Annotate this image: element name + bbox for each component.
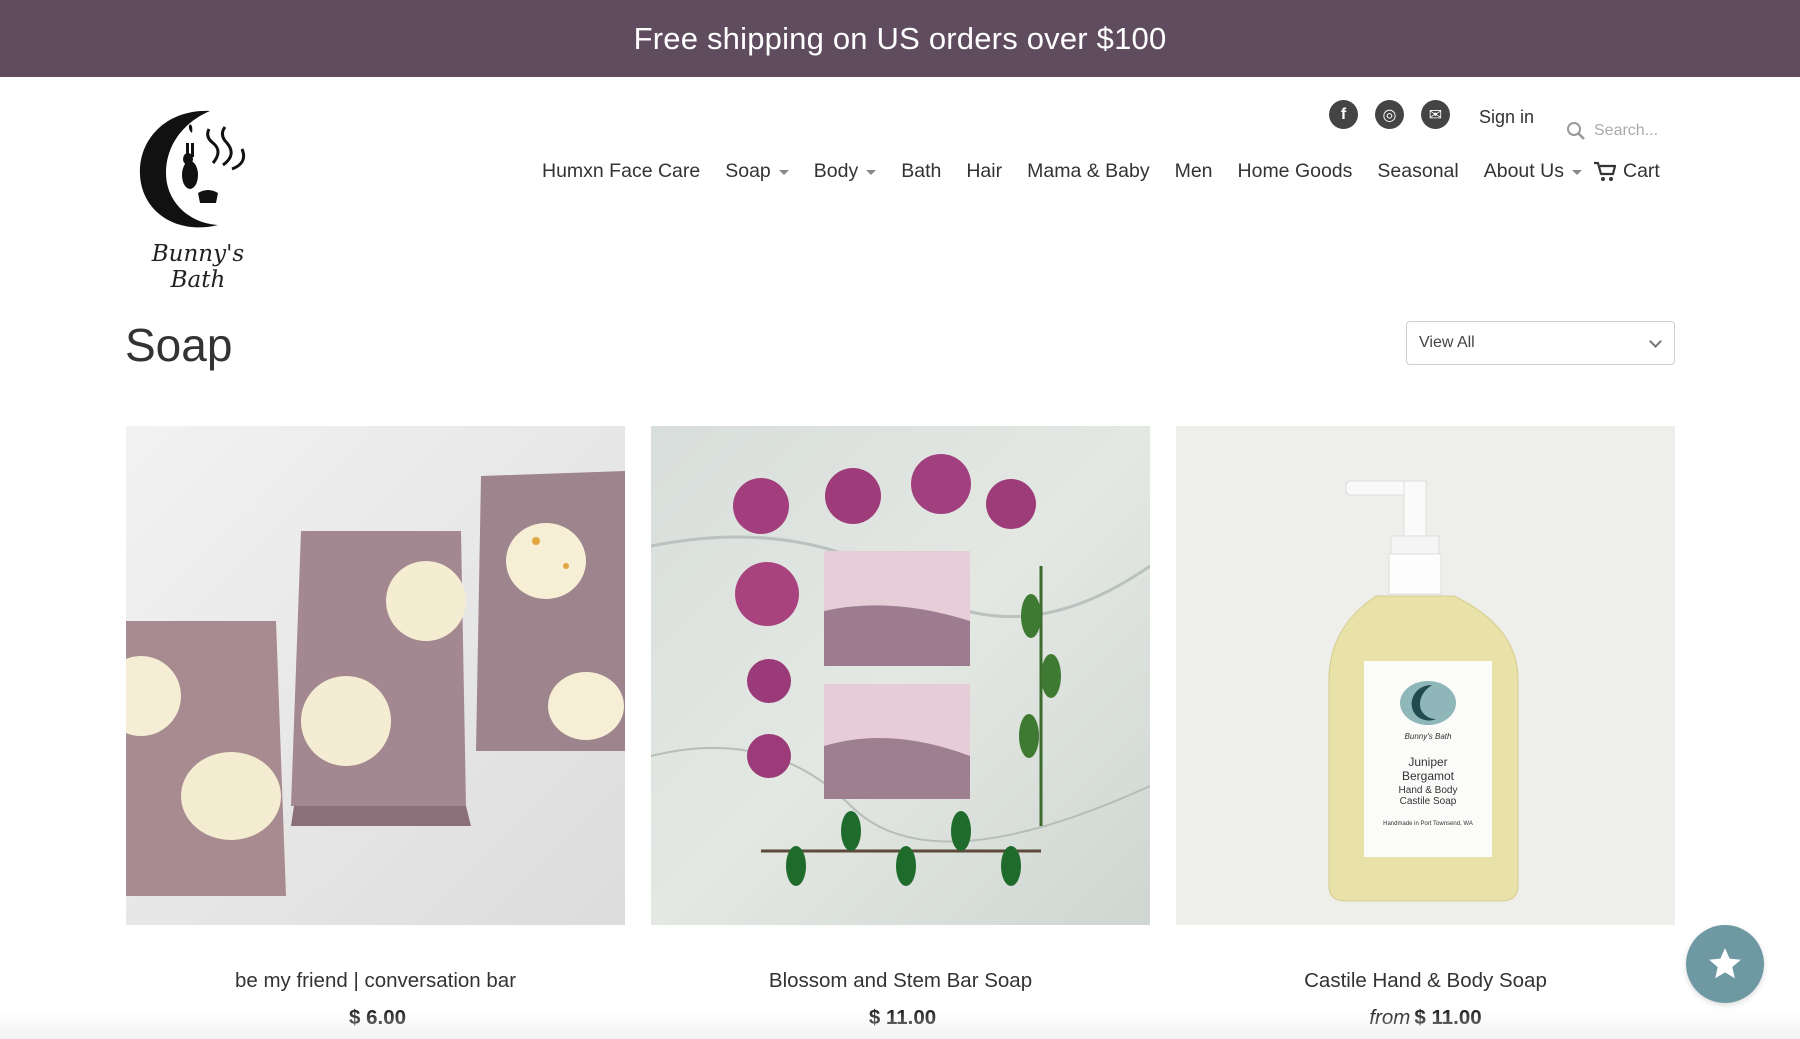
collection-filter-select[interactable]: View All bbox=[1406, 321, 1675, 365]
social-links: f ◎ ✉ bbox=[1329, 100, 1450, 129]
price-prefix: from bbox=[1369, 1006, 1411, 1029]
logo-moon-bunny-icon bbox=[139, 110, 246, 228]
nav-label: About Us bbox=[1483, 160, 1564, 182]
nav-label: Home Goods bbox=[1237, 160, 1353, 182]
nav-item-men[interactable]: Men bbox=[1175, 160, 1213, 183]
nav-item-home-goods[interactable]: Home Goods bbox=[1238, 160, 1353, 183]
price-value: $ 6.00 bbox=[349, 1006, 406, 1029]
product-title[interactable]: be my friend | conversation bar bbox=[126, 969, 625, 993]
chevron-down-icon bbox=[1649, 334, 1662, 348]
instagram-glyph: ◎ bbox=[1382, 106, 1397, 124]
caret-down-icon bbox=[1571, 170, 1582, 175]
label-line5: Handmade in Port Townsend, WA bbox=[1383, 821, 1473, 827]
star-icon bbox=[1709, 948, 1741, 979]
cart-icon bbox=[1594, 161, 1617, 181]
email-glyph: ✉ bbox=[1428, 106, 1443, 124]
instagram-icon[interactable]: ◎ bbox=[1375, 100, 1404, 129]
nav-item-seasonal[interactable]: Seasonal bbox=[1377, 160, 1458, 183]
sign-in-link[interactable]: Sign in bbox=[1479, 107, 1534, 128]
price-value: $ 11.00 bbox=[868, 1006, 937, 1029]
email-icon[interactable]: ✉ bbox=[1421, 100, 1450, 129]
product-price: $ 11.00 bbox=[651, 1006, 1150, 1030]
nav-item-soap[interactable]: Soap bbox=[725, 160, 789, 183]
label-brand: Bunny's Bath bbox=[1404, 732, 1452, 741]
nav-label: Mama & Baby bbox=[1027, 160, 1150, 182]
nav-item-body[interactable]: Body bbox=[813, 160, 877, 183]
reviews-button[interactable] bbox=[1686, 925, 1764, 1003]
facebook-icon[interactable]: f bbox=[1329, 100, 1358, 129]
label-line1: Juniper bbox=[1408, 755, 1448, 769]
product-card[interactable]: be my friend | conversation bar $ 6.00 bbox=[126, 426, 625, 1029]
page-title: Soap bbox=[125, 319, 233, 371]
nav-label: Seasonal bbox=[1377, 160, 1459, 182]
label-logo-icon bbox=[1400, 681, 1456, 725]
nav-label: Humxn Face Care bbox=[542, 160, 701, 182]
logo-wordmark: Bunny's Bath bbox=[151, 241, 245, 293]
search-input[interactable] bbox=[1594, 122, 1684, 140]
caret-down-icon bbox=[866, 170, 877, 175]
select-value: View All bbox=[1419, 334, 1475, 351]
main-nav: Humxn Face Care Soap Body Bath Hair Mama… bbox=[542, 160, 1607, 183]
label-line4: Castile Soap bbox=[1399, 796, 1457, 807]
nav-item-mama-baby[interactable]: Mama & Baby bbox=[1027, 160, 1149, 183]
nav-label: Men bbox=[1174, 160, 1213, 182]
product-card[interactable]: Blossom and Stem Bar Soap $ 11.00 bbox=[651, 426, 1150, 1029]
search-icon[interactable] bbox=[1565, 120, 1587, 142]
label-line2: Bergamot bbox=[1401, 769, 1455, 783]
nav-item-humxn-face-care[interactable]: Humxn Face Care bbox=[542, 160, 700, 183]
nav-item-bath[interactable]: Bath bbox=[901, 160, 941, 183]
product-price: $ 6.00 bbox=[126, 1006, 625, 1030]
nav-label: Body bbox=[813, 160, 859, 182]
banner-text: Free shipping on US orders over $100 bbox=[633, 20, 1167, 56]
shipping-banner: Free shipping on US orders over $100 bbox=[0, 0, 1800, 77]
nav-label: Bath bbox=[901, 160, 942, 182]
nav-label: Hair bbox=[966, 160, 1003, 182]
nav-item-hair[interactable]: Hair bbox=[966, 160, 1002, 183]
search-box[interactable] bbox=[1565, 116, 1685, 146]
price-value: $ 11.00 bbox=[1414, 1006, 1482, 1029]
product-price: from $ 11.00 bbox=[1176, 1006, 1675, 1030]
nav-item-about-us[interactable]: About Us bbox=[1484, 160, 1582, 183]
label-line3: Hand & Body bbox=[1398, 785, 1458, 796]
nav-label: Soap bbox=[725, 160, 771, 182]
site-logo[interactable]: Bunny's Bath bbox=[128, 103, 268, 293]
caret-down-icon bbox=[778, 170, 789, 175]
product-image-conversation-bar[interactable] bbox=[126, 426, 625, 925]
cart-label: Cart bbox=[1623, 160, 1660, 182]
product-image-blossom-stem[interactable] bbox=[651, 426, 1150, 925]
product-title[interactable]: Castile Hand & Body Soap bbox=[1176, 969, 1675, 993]
bottle-label: Bunny's Bath Juniper Bergamot Hand & Bod… bbox=[1364, 661, 1492, 857]
product-card[interactable]: Bunny's Bath Juniper Bergamot Hand & Bod… bbox=[1176, 426, 1675, 1029]
product-image-castile-soap[interactable]: Bunny's Bath Juniper Bergamot Hand & Bod… bbox=[1176, 426, 1675, 925]
cart-link[interactable]: Cart bbox=[1593, 160, 1660, 183]
product-title[interactable]: Blossom and Stem Bar Soap bbox=[651, 969, 1150, 993]
facebook-glyph: f bbox=[1340, 105, 1347, 123]
